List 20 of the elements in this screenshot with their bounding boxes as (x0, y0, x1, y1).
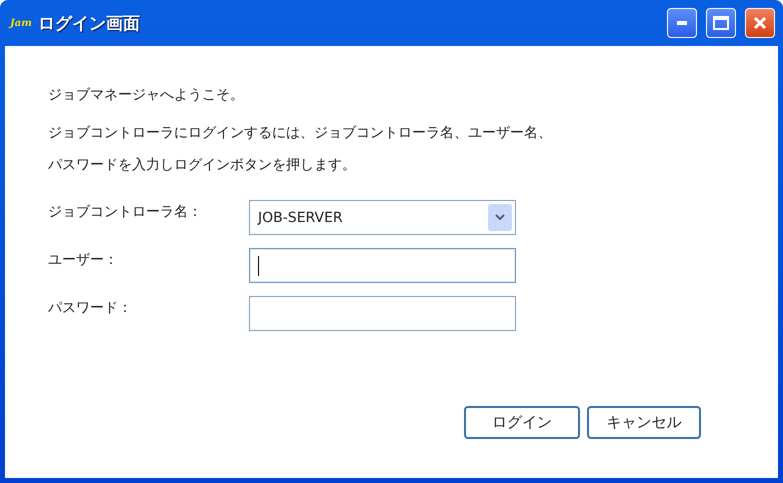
dropdown-field[interactable]: JOB-SERVER (249, 200, 516, 235)
close-icon (753, 16, 767, 30)
app-logo: Jam (10, 18, 32, 28)
field-label: ユーザー： (48, 251, 119, 269)
minimize-icon (677, 21, 687, 25)
instruction-text: パスワードを入力しログインボタンを押します。 (48, 156, 357, 175)
instruction-text: ジョブマネージャへようこそ。 (48, 86, 245, 105)
maximize-button[interactable] (706, 8, 736, 38)
instruction-text: ジョブコントローラにログインするには、ジョブコントローラ名、ユーザー名、 (48, 124, 553, 143)
minimize-button[interactable] (667, 8, 697, 38)
window-title: ログイン画面 (38, 12, 141, 34)
login-button[interactable]: ログイン (464, 406, 580, 439)
close-button[interactable] (745, 8, 775, 38)
field-label: パスワード： (48, 299, 133, 317)
cancel-button[interactable]: キャンセル (587, 406, 701, 439)
field-label: ジョブコントローラ名： (48, 203, 203, 221)
field-value: JOB-SERVER (258, 210, 343, 226)
maximize-icon (713, 16, 729, 30)
input-field[interactable] (249, 296, 516, 331)
input-field[interactable] (249, 248, 516, 283)
